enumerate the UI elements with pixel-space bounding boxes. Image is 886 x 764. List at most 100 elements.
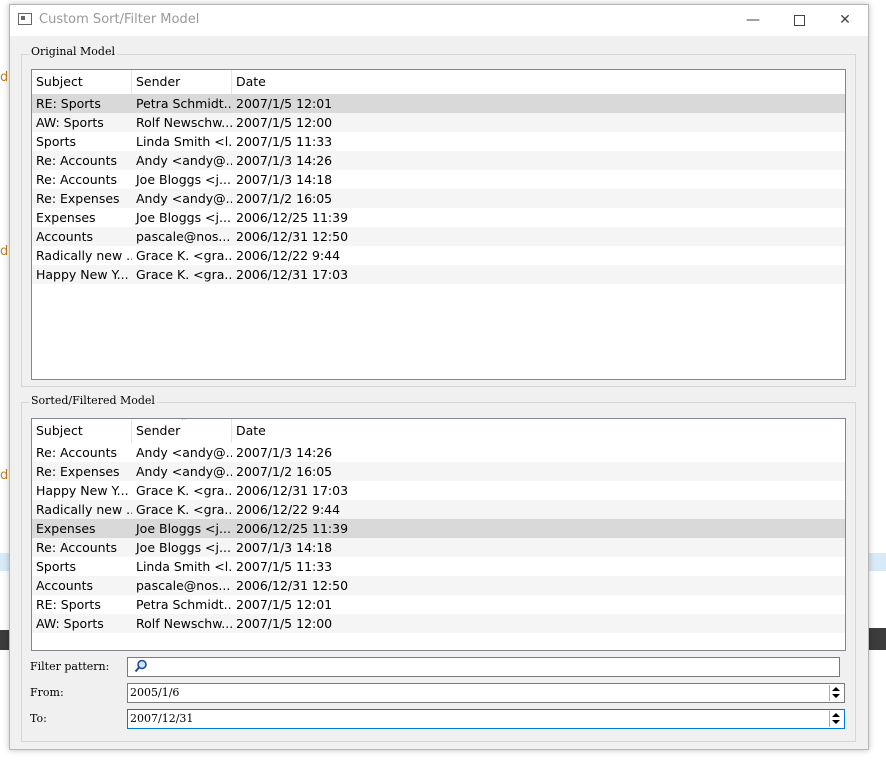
close-button[interactable]: ✕ xyxy=(822,5,868,36)
from-date-edit[interactable]: 2005/1/6 xyxy=(127,683,845,703)
date-cell: 2006/12/31 17:03 xyxy=(236,483,349,498)
subject-cell: RE: Sports xyxy=(36,597,101,612)
table-row[interactable]: Re: Expenses Andy <andy@... 2007/1/2 16:05 xyxy=(32,189,845,208)
title-bar[interactable]: Custom Sort/Filter Model — ✕ xyxy=(10,5,868,36)
date-cell: 2007/1/5 12:00 xyxy=(236,115,333,130)
sender-cell: Andy <andy@... xyxy=(136,445,232,460)
subject-cell: Expenses xyxy=(36,521,96,536)
table-row[interactable]: Re: Accounts Andy <andy@... 2007/1/3 14:26 xyxy=(32,443,845,462)
subject-cell: Re: Accounts xyxy=(36,445,117,460)
table-row[interactable]: Re: Accounts Joe Bloggs <j... 2007/1/3 14:… xyxy=(32,170,845,189)
background-fragment xyxy=(0,553,9,571)
background-fragment: d xyxy=(0,70,9,85)
table-row[interactable]: Expenses Joe Bloggs <j... 2006/12/25 11:39 xyxy=(32,519,845,538)
maximize-icon xyxy=(793,14,805,26)
table-row[interactable]: Re: Accounts Andy <andy@... 2007/1/3 14:26 xyxy=(32,151,845,170)
date-cell: 2006/12/31 12:50 xyxy=(236,578,349,593)
spin-down-icon[interactable] xyxy=(832,694,840,698)
original-model-title: Original Model xyxy=(29,45,117,58)
background-fragment xyxy=(867,628,886,650)
to-label: To: xyxy=(30,712,47,725)
filter-pattern-input[interactable] xyxy=(127,657,840,677)
table-row[interactable]: Radically new ... Grace K. <gra... 2006/12… xyxy=(32,246,845,265)
sender-cell: Rolf Newschw... xyxy=(136,616,232,631)
subject-cell: Accounts xyxy=(36,229,93,244)
background-fragment: d xyxy=(0,468,9,483)
date-cell: 2006/12/25 11:39 xyxy=(236,521,349,536)
subject-cell: RE: Sports xyxy=(36,96,101,111)
background-fragment xyxy=(867,553,886,571)
subject-cell: AW: Sports xyxy=(36,616,104,631)
sort-ascending-icon: ⌃ xyxy=(180,418,188,427)
spin-up-icon[interactable] xyxy=(832,713,840,717)
sender-cell: pascale@nos... xyxy=(136,578,231,593)
spin-down-icon[interactable] xyxy=(832,720,840,724)
sender-cell: Andy <andy@... xyxy=(136,191,232,206)
sender-cell: Linda Smith <l... xyxy=(136,134,232,149)
date-cell: 2007/1/2 16:05 xyxy=(236,191,333,206)
table-row[interactable]: Accounts pascale@nos... 2006/12/31 12:50 xyxy=(32,227,845,246)
table-row[interactable]: RE: Sports Petra Schmidt... 2007/1/5 12:01 xyxy=(32,94,845,113)
sender-cell: Grace K. <gra... xyxy=(136,267,232,282)
table-row[interactable]: AW: Sports Rolf Newschw... 2007/1/5 12:00 xyxy=(32,614,845,633)
table-row[interactable]: Accounts pascale@nos... 2006/12/31 12:50 xyxy=(32,576,845,595)
subject-cell: Re: Accounts xyxy=(36,153,117,168)
sender-cell: Grace K. <gra... xyxy=(136,502,232,517)
sender-cell: pascale@nos... xyxy=(136,229,231,244)
table-row[interactable]: Re: Accounts Joe Bloggs <j... 2007/1/3 14:… xyxy=(32,538,845,557)
table-header: Subject Sender Date xyxy=(32,70,845,94)
column-header-date[interactable]: Date xyxy=(232,419,532,443)
date-cell: 2007/1/5 11:33 xyxy=(236,559,333,574)
column-header-subject[interactable]: Subject xyxy=(32,419,132,443)
date-cell: 2006/12/31 12:50 xyxy=(236,229,349,244)
from-date-spinner[interactable] xyxy=(829,685,843,701)
table-row[interactable]: Re: Expenses Andy <andy@... 2007/1/2 16:05 xyxy=(32,462,845,481)
subject-cell: Re: Accounts xyxy=(36,172,117,187)
column-header-sender[interactable]: ⌃ Sender xyxy=(132,419,232,443)
sender-cell: Petra Schmidt... xyxy=(136,96,232,111)
subject-cell: Sports xyxy=(36,134,77,149)
column-header-subject[interactable]: Subject xyxy=(32,70,132,94)
sorted-model-view[interactable]: Subject ⌃ Sender Date Re: Accounts Andy <… xyxy=(31,418,846,651)
date-cell: 2006/12/25 11:39 xyxy=(236,210,349,225)
table-row[interactable]: Sports Linda Smith <l... 2007/1/5 11:33 xyxy=(32,557,845,576)
date-cell: 2007/1/3 14:18 xyxy=(236,172,333,187)
table-row[interactable]: Radically new ... Grace K. <gra... 2006/12… xyxy=(32,500,845,519)
background-fragment: d xyxy=(0,244,9,259)
sender-cell: Andy <andy@... xyxy=(136,464,232,479)
date-cell: 2007/1/5 12:01 xyxy=(236,597,333,612)
subject-cell: Accounts xyxy=(36,578,93,593)
table-row[interactable]: RE: Sports Petra Schmidt... 2007/1/5 12:01 xyxy=(32,595,845,614)
table-row[interactable]: AW: Sports Rolf Newschw... 2007/1/5 12:00 xyxy=(32,113,845,132)
main-window: Custom Sort/Filter Model — ✕ Original Mo… xyxy=(9,4,869,750)
date-cell: 2007/1/5 11:33 xyxy=(236,134,333,149)
window-title: Custom Sort/Filter Model xyxy=(39,12,200,27)
date-cell: 2007/1/5 12:01 xyxy=(236,96,333,111)
close-icon: ✕ xyxy=(839,12,851,28)
sender-cell: Grace K. <gra... xyxy=(136,248,232,263)
to-date-spinner[interactable] xyxy=(829,711,843,727)
date-cell: 2007/1/3 14:26 xyxy=(236,153,333,168)
subject-cell: Happy New Y... xyxy=(36,267,129,282)
sorted-model-title: Sorted/Filtered Model xyxy=(29,394,157,407)
filter-pattern-label: Filter pattern: xyxy=(30,660,110,673)
date-cell: 2006/12/31 17:03 xyxy=(236,267,349,282)
table-row[interactable]: Happy New Y... Grace K. <gra... 2006/12/31… xyxy=(32,481,845,500)
minimize-button[interactable]: — xyxy=(730,5,776,36)
table-row[interactable]: Expenses Joe Bloggs <j... 2006/12/25 11:39 xyxy=(32,208,845,227)
date-cell: 2007/1/3 14:18 xyxy=(236,540,333,555)
sender-cell: Joe Bloggs <j... xyxy=(136,210,231,225)
column-header-date[interactable]: Date xyxy=(232,70,532,94)
to-date-edit[interactable]: 2007/12/31 xyxy=(127,709,845,729)
subject-cell: Radically new ... xyxy=(36,502,132,517)
subject-cell: Happy New Y... xyxy=(36,483,129,498)
table-row[interactable]: Sports Linda Smith <l... 2007/1/5 11:33 xyxy=(32,132,845,151)
table-row[interactable]: Happy New Y... Grace K. <gra... 2006/12/31… xyxy=(32,265,845,284)
subject-cell: Radically new ... xyxy=(36,248,132,263)
subject-cell: Re: Accounts xyxy=(36,540,117,555)
spin-up-icon[interactable] xyxy=(832,687,840,691)
column-header-sender[interactable]: Sender xyxy=(132,70,232,94)
sender-cell: Linda Smith <l... xyxy=(136,559,232,574)
maximize-button[interactable] xyxy=(776,5,822,36)
original-model-view[interactable]: Subject Sender Date RE: Sports Petra Schm… xyxy=(31,69,846,380)
